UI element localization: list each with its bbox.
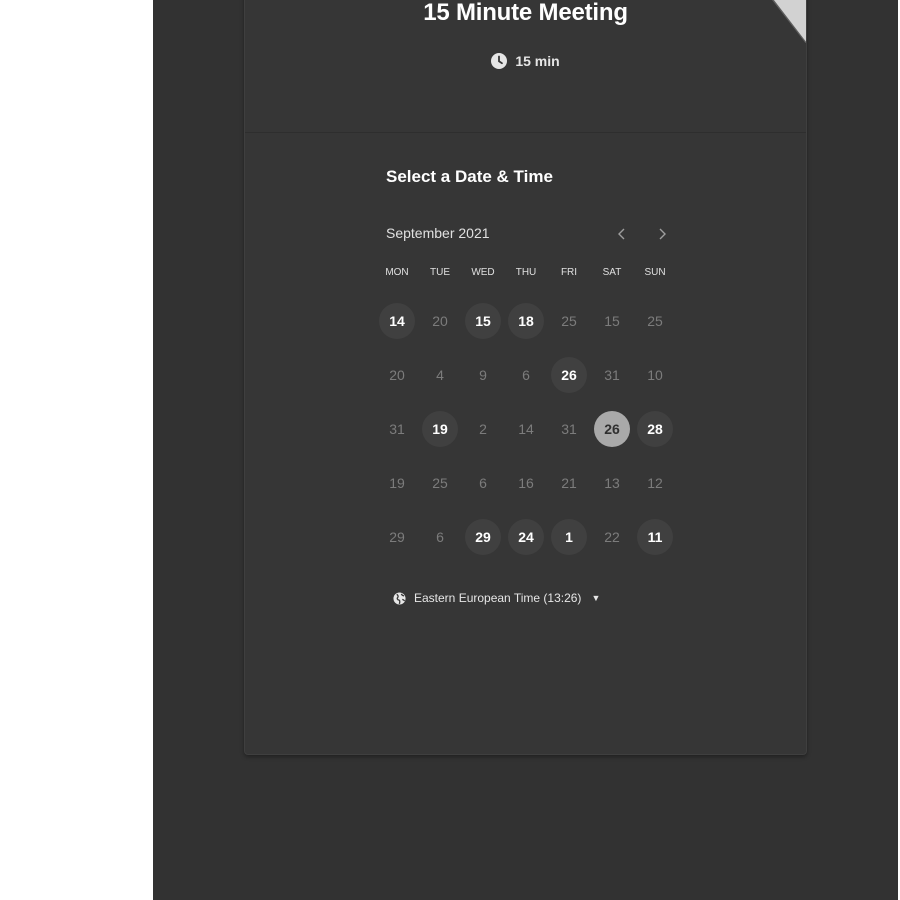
available-day[interactable]: 29 bbox=[465, 519, 501, 555]
calendar-day: 10 bbox=[647, 367, 663, 383]
available-day[interactable]: 24 bbox=[508, 519, 544, 555]
calendar-day: 20 bbox=[389, 367, 405, 383]
weekday-wed: WED bbox=[471, 267, 495, 278]
available-day[interactable]: 1 bbox=[551, 519, 587, 555]
timezone-label: Eastern European Time (13:26) bbox=[414, 591, 582, 605]
calendar-day: 21 bbox=[561, 475, 577, 491]
weekday-fri: FRI bbox=[560, 267, 578, 278]
calendar-day: 2 bbox=[479, 421, 487, 437]
available-day[interactable]: 28 bbox=[637, 411, 673, 447]
clock-icon bbox=[491, 53, 508, 69]
weekday-tue: TUE bbox=[430, 267, 450, 278]
event-header: 15 Minute Meeting 15 min bbox=[245, 0, 806, 133]
available-day[interactable]: 18 bbox=[508, 303, 544, 339]
calendar-day: 13 bbox=[604, 475, 620, 491]
calendar-day: 25 bbox=[432, 475, 448, 491]
available-day[interactable]: 26 bbox=[551, 357, 587, 393]
booking-card: 15 Minute Meeting 15 min Select a Date &… bbox=[244, 0, 807, 755]
calendar-day: 15 bbox=[604, 313, 620, 329]
available-day[interactable]: 19 bbox=[422, 411, 458, 447]
event-title: 15 Minute Meeting bbox=[423, 0, 628, 26]
month-label: September 2021 bbox=[386, 225, 490, 241]
calendar-day: 14 bbox=[518, 421, 534, 437]
available-day[interactable]: 15 bbox=[465, 303, 501, 339]
weekday-mon: MON bbox=[385, 267, 409, 278]
calendar-day: 20 bbox=[432, 313, 448, 329]
chevron-left-icon bbox=[618, 228, 625, 240]
calendar-day: 25 bbox=[561, 313, 577, 329]
available-day[interactable]: 14 bbox=[379, 303, 415, 339]
calendar-day: 22 bbox=[604, 529, 620, 545]
calendar-day: 31 bbox=[604, 367, 620, 383]
month-navigation: September 2021 bbox=[386, 222, 678, 246]
chevron-right-icon bbox=[659, 228, 666, 240]
calendar-day: 9 bbox=[479, 367, 487, 383]
previous-month-button[interactable] bbox=[610, 222, 634, 246]
duration-label: 15 min bbox=[515, 53, 560, 69]
calendar-day: 6 bbox=[479, 475, 487, 491]
selected-day[interactable]: 26 bbox=[594, 411, 630, 447]
calendar-day: 16 bbox=[518, 475, 534, 491]
calendar-day: 6 bbox=[522, 367, 530, 383]
weekday-sat: SAT bbox=[602, 267, 622, 278]
calendar-day: 25 bbox=[647, 313, 663, 329]
calendar-day: 4 bbox=[436, 367, 444, 383]
section-title: Select a Date & Time bbox=[386, 167, 553, 186]
calendar-day: 19 bbox=[389, 475, 405, 491]
timezone-selector[interactable]: Eastern European Time (13:26) ▼ bbox=[393, 591, 600, 605]
calendar-day: 29 bbox=[389, 529, 405, 545]
weekday-sun: SUN bbox=[644, 267, 666, 278]
next-month-button[interactable] bbox=[650, 222, 674, 246]
calendar-day: 31 bbox=[561, 421, 577, 437]
calendar-day: 31 bbox=[389, 421, 405, 437]
calendar-day: 12 bbox=[647, 475, 663, 491]
available-day[interactable]: 11 bbox=[637, 519, 673, 555]
corner-badge[interactable] bbox=[767, 0, 806, 43]
caret-down-icon: ▼ bbox=[591, 593, 601, 603]
calendar-day: 6 bbox=[436, 529, 444, 545]
event-duration: 15 min bbox=[245, 53, 806, 69]
globe-icon bbox=[393, 591, 406, 605]
weekday-thu: THU bbox=[515, 267, 537, 278]
